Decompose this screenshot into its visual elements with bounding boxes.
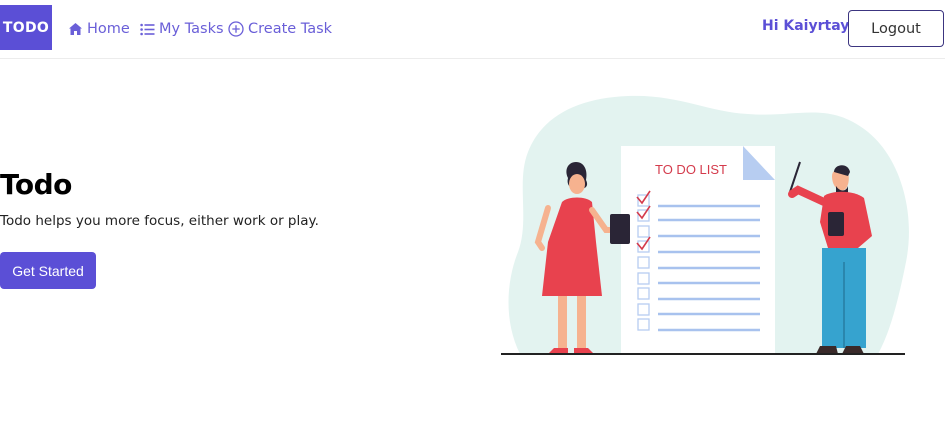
user-greeting: Hi Kaiyrtay xyxy=(762,18,850,34)
plus-circle-icon xyxy=(228,21,244,37)
home-icon xyxy=(68,22,83,36)
nav-link-my-tasks-label: My Tasks xyxy=(159,21,224,37)
nav-link-my-tasks[interactable]: My Tasks xyxy=(140,16,224,42)
brand-logo[interactable]: TODO xyxy=(0,5,52,50)
hero-title: Todo xyxy=(0,168,72,201)
nav-link-create-task[interactable]: Create Task xyxy=(228,16,332,42)
hero-subtitle: Todo helps you more focus, either work o… xyxy=(0,213,319,229)
nav-link-create-task-label: Create Task xyxy=(248,21,333,37)
todo-list-illustration: TO DO LIST xyxy=(501,95,909,355)
todo-list-title: TO DO LIST xyxy=(655,162,727,177)
navbar: TODO Home My Tasks Create Task Hi Kaiyrt… xyxy=(0,0,945,59)
nav-link-home-label: Home xyxy=(87,21,130,37)
logout-button[interactable]: Logout xyxy=(848,10,944,47)
get-started-button[interactable]: Get Started xyxy=(0,252,96,289)
list-icon xyxy=(140,23,155,36)
nav-link-home[interactable]: Home xyxy=(68,16,130,42)
